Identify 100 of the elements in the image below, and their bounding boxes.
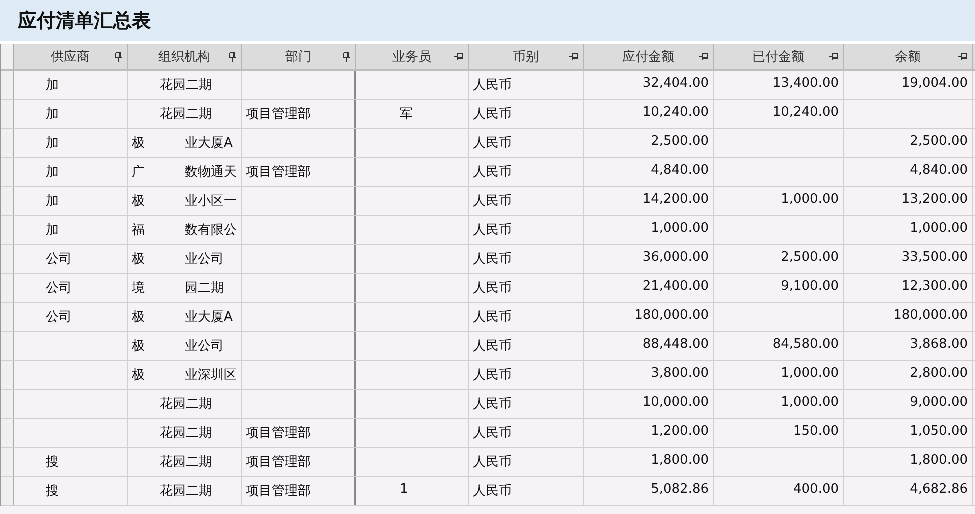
pin-icon[interactable] <box>569 52 579 61</box>
table-cell: 84,580.00 <box>772 337 839 352</box>
table-cell: 2,500.00 <box>910 134 968 149</box>
table-cell-text: 数有限公 <box>185 222 237 239</box>
row-header[interactable] <box>1 274 14 302</box>
table-cell: 150.00 <box>794 424 839 439</box>
table-cell-text: 广 <box>132 164 145 181</box>
table-cell-text: 极 <box>132 338 145 355</box>
row-header[interactable] <box>1 361 14 389</box>
table-cell-text: 加 <box>46 135 59 152</box>
row-header[interactable] <box>1 100 14 128</box>
table-cell: 1,050.00 <box>910 424 968 439</box>
table-cell: 1,800.00 <box>651 453 709 468</box>
row-header[interactable] <box>1 390 14 418</box>
table-cell-text: 业小区一 <box>185 193 237 210</box>
table-cell: 1,000.00 <box>651 221 709 236</box>
table-cell-text: 极 <box>132 135 145 152</box>
report-title: 应付清单汇总表 <box>18 8 151 34</box>
table-cell-text: 加 <box>46 193 59 210</box>
pin-icon[interactable] <box>228 52 237 62</box>
table-cell: 10,240.00 <box>772 105 839 120</box>
table-cell-text: 花园二期 <box>160 396 212 413</box>
table-cell: 3,868.00 <box>910 337 968 352</box>
table-cell: 1 <box>400 482 408 497</box>
table-cell: 400.00 <box>794 482 839 497</box>
table-cell-text: 项目管理部 <box>246 454 311 471</box>
table-cell-text: 人民币 <box>473 193 512 210</box>
row-header[interactable] <box>1 448 14 476</box>
table-cell: 1,000.00 <box>910 221 968 236</box>
table-cell-text: 福 <box>132 222 145 239</box>
table-cell-text: 公司 <box>46 309 72 326</box>
table-cell: 1,200.00 <box>651 424 709 439</box>
table-cell-text: 项目管理部 <box>246 164 311 181</box>
table-cell-text: 园二期 <box>185 280 224 297</box>
table-cell-text: 搜 <box>46 454 59 471</box>
table-cell-text: 业大厦A <box>185 135 233 152</box>
table-cell-text: 花园二期 <box>160 425 212 442</box>
column-header[interactable]: 业务员 <box>356 44 469 69</box>
table-cell-text: 花园二期 <box>160 454 212 471</box>
table-cell-text: 业公司 <box>185 251 224 268</box>
row-header[interactable] <box>1 477 14 505</box>
column-header[interactable]: 币别 <box>469 44 584 69</box>
table-cell: 4,682.86 <box>910 482 968 497</box>
table-cell: 10,240.00 <box>642 105 709 120</box>
table-cell: 5,082.86 <box>651 482 709 497</box>
table-cell-text: 加 <box>46 222 59 239</box>
pin-icon[interactable] <box>114 52 123 62</box>
table-cell: 14,200.00 <box>642 192 709 207</box>
table-cell-text: 人民币 <box>473 338 512 355</box>
table-cell-text: 极 <box>132 251 145 268</box>
table-cell: 4,840.00 <box>651 163 709 178</box>
table-cell: 12,300.00 <box>902 279 968 294</box>
table-cell-text: 公司 <box>46 280 72 297</box>
pin-icon[interactable] <box>699 52 709 61</box>
table-cell: 180,000.00 <box>634 308 709 323</box>
table-cell-text: 人民币 <box>473 396 512 413</box>
table-cell: 32,404.00 <box>642 76 709 91</box>
column-header[interactable]: 组织机构 <box>128 44 242 69</box>
column-header[interactable]: 已付金额 <box>714 44 844 69</box>
row-header[interactable] <box>1 158 14 186</box>
table-cell-text: 军 <box>400 106 413 123</box>
row-header[interactable] <box>1 71 14 99</box>
table-cell: 180,000.00 <box>894 308 968 323</box>
column-header[interactable]: 部门 <box>242 44 356 69</box>
table-cell: 88,448.00 <box>642 337 709 352</box>
table-cell: 9,100.00 <box>781 279 839 294</box>
table-cell-text: 搜 <box>46 483 59 500</box>
table-cell-text: 加 <box>46 106 59 123</box>
table-cell-text: 人民币 <box>473 106 512 123</box>
table-cell: 9,000.00 <box>910 395 968 410</box>
table-cell: 1,000.00 <box>781 366 839 381</box>
row-header[interactable] <box>1 303 14 331</box>
pin-icon[interactable] <box>454 52 464 61</box>
column-header[interactable]: 应付金额 <box>584 44 714 69</box>
table-cell-text: 加 <box>46 164 59 181</box>
table-cell: 13,400.00 <box>772 76 839 91</box>
row-header[interactable] <box>1 419 14 447</box>
column-header[interactable]: 供应商 <box>14 44 128 69</box>
table-cell: 36,000.00 <box>642 250 709 265</box>
table-cell-text: 人民币 <box>473 135 512 152</box>
table-cell-text: 花园二期 <box>160 483 212 500</box>
table-cell: 21,400.00 <box>642 279 709 294</box>
table-cell-text: 人民币 <box>473 367 512 384</box>
column-header[interactable]: 余额 <box>844 44 973 69</box>
table-cell-text: 极 <box>132 309 145 326</box>
table-cell: 1,800.00 <box>910 453 968 468</box>
table-cell: 2,800.00 <box>910 366 968 381</box>
table-cell-text: 境 <box>132 280 145 297</box>
table-cell: 1,000.00 <box>781 192 839 207</box>
row-header[interactable] <box>1 216 14 244</box>
pin-icon[interactable] <box>342 52 351 62</box>
pin-icon[interactable] <box>958 52 968 61</box>
row-header[interactable] <box>1 245 14 273</box>
row-header[interactable] <box>1 187 14 215</box>
table-cell-text: 业公司 <box>185 338 224 355</box>
row-header[interactable] <box>1 332 14 360</box>
pin-icon[interactable] <box>829 52 839 61</box>
table-cell-text: 花园二期 <box>160 77 212 94</box>
table-cell-text: 人民币 <box>473 77 512 94</box>
row-header[interactable] <box>1 129 14 157</box>
